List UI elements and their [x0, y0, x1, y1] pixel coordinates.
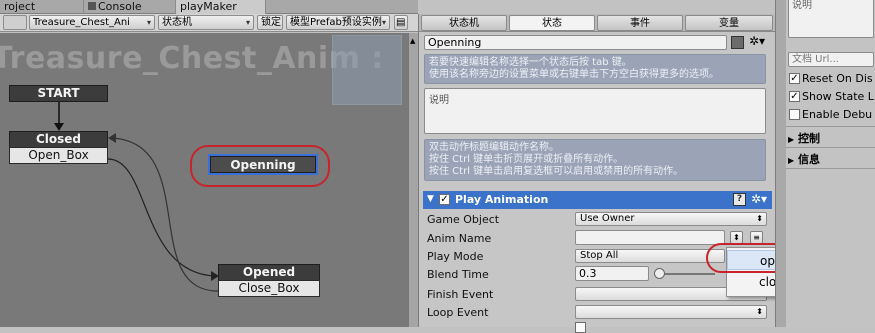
tab-fsm[interactable]: 状态机: [421, 15, 507, 31]
foldout-controls[interactable]: ▶ 控制: [788, 130, 820, 146]
foldout-arrow-icon: ▶: [788, 135, 795, 144]
show-state-label-label: Show State L: [802, 90, 874, 103]
fsm-toolbar: Treasure_Chest_Ani ▾ 状态机 ▾ 锁定 模型Prefab预设实例…: [0, 14, 418, 32]
partial-checkbox[interactable]: [575, 322, 586, 333]
tab-console[interactable]: Console: [84, 0, 176, 14]
scroll-up-icon[interactable]: ▲: [410, 37, 417, 45]
state-inspector: 状态机 状态 事件 变量 Openning ✲▾ 若要快速编辑名称选择一个状态后…: [418, 14, 776, 333]
inspector-scrollbar[interactable]: [775, 0, 786, 327]
tab-events[interactable]: 事件: [597, 15, 683, 31]
fsm-inspector-panel: 说明 文档 Url... ✓ Reset On Dis ✓ Show State…: [786, 0, 875, 327]
fsm-select-value: Treasure_Chest_Ani: [33, 17, 130, 28]
description-field[interactable]: 说明: [424, 88, 766, 134]
field-label-loop-event: Loop Event: [427, 306, 489, 319]
toolbar-left-button[interactable]: [3, 15, 27, 30]
state-select[interactable]: 状态机 ▾: [158, 15, 254, 30]
dropdown-arrow-icon: ⬍: [756, 214, 763, 223]
field-label-game-object: Game Object: [427, 213, 500, 226]
action-title: Play Animation: [455, 193, 549, 206]
blend-time-slider-thumb[interactable]: [654, 268, 665, 279]
dropdown-arrow-icon: ▾: [146, 18, 151, 27]
start-node[interactable]: START: [9, 85, 108, 102]
action-header-play-animation[interactable]: ▼ ✓ Play Animation ? ✲▾: [423, 191, 772, 209]
reset-on-disable-checkbox[interactable]: ✓: [789, 73, 800, 84]
hint-line: 若要快速编辑名称选择一个状态后按 tab 键。: [429, 57, 632, 68]
action-enabled-checkbox[interactable]: ✓: [439, 194, 450, 205]
hint-line: 使用该名称旁边的设置菜单或右键单击下方空白获得更多的选项。: [429, 69, 719, 80]
field-label-finish-event: Finish Event: [427, 288, 494, 301]
foldout-info[interactable]: ▶ 信息: [788, 151, 820, 167]
hint-line: 双击动作标题编辑动作名称。: [429, 142, 559, 153]
prefab-select[interactable]: 模型Prefab预设实例 ▾: [286, 15, 390, 30]
tab-console-label: Console: [98, 0, 142, 13]
hint-line: 按住 Ctrl 键单击折页展开或折叠所有动作。: [429, 154, 624, 165]
hint-box-actions: 双击动作标题编辑动作名称。 按住 Ctrl 键单击折页展开或折叠所有动作。 按住…: [424, 139, 766, 181]
enable-debug-label: Enable Debu: [802, 108, 873, 121]
divider: [786, 126, 875, 127]
fsm-settings-icon[interactable]: ▤: [394, 15, 408, 30]
help-icon[interactable]: ?: [733, 193, 746, 206]
fsm-select[interactable]: Treasure_Chest_Ani ▾: [29, 15, 155, 30]
field-label-anim-name: Anim Name: [427, 232, 492, 245]
event-open-box[interactable]: Open_Box: [9, 147, 108, 164]
play-mode-value: Stop All: [580, 250, 619, 261]
game-object-dropdown[interactable]: Use Owner ⬍: [575, 212, 767, 226]
blend-time-field[interactable]: 0.3: [575, 266, 649, 281]
show-state-label-checkbox[interactable]: ✓: [789, 91, 800, 102]
inspector-tabs: 状态机 状态 事件 变量: [419, 14, 776, 32]
state-node-closed[interactable]: Closed: [9, 131, 108, 148]
lock-button[interactable]: 锁定: [257, 15, 283, 30]
field-label-play-mode: Play Mode: [427, 250, 484, 263]
foldout-info-label: 信息: [798, 153, 820, 166]
divider: [786, 168, 875, 169]
fsm-graph-canvas[interactable]: Treasure_Chest_Anim : START Closed Open_…: [0, 33, 408, 327]
doc-url-field[interactable]: 文档 Url...: [788, 52, 874, 67]
console-icon: [88, 2, 96, 10]
hint-line: 按住 Ctrl 键单击启用复选框可以启用或禁用的所有动作。: [429, 166, 684, 177]
state-color-swatch[interactable]: [731, 36, 744, 49]
play-mode-dropdown[interactable]: Stop All: [575, 249, 725, 263]
loop-event-dropdown[interactable]: ⬍: [575, 305, 767, 319]
divider: [786, 147, 875, 148]
tab-variables[interactable]: 变量: [685, 15, 773, 31]
event-close-box[interactable]: Close_Box: [218, 280, 320, 297]
foldout-arrow-icon[interactable]: ▼: [427, 191, 434, 208]
enable-debug-checkbox[interactable]: [789, 109, 800, 120]
fsm-description-field[interactable]: 说明: [788, 0, 874, 38]
foldout-controls-label: 控制: [798, 132, 820, 145]
action-gear-icon[interactable]: ✲▾: [751, 191, 767, 208]
graph-scrollbar[interactable]: ▲: [408, 33, 418, 327]
editor-tab-bar: roject Console playMaker: [0, 0, 418, 14]
dropdown-arrow-icon: ▾: [245, 18, 250, 27]
hint-box-state: 若要快速编辑名称选择一个状态后按 tab 键。 使用该名称旁边的设置菜单或右键单…: [424, 54, 766, 84]
dropdown-arrow-icon: ▾: [381, 18, 386, 27]
anim-name-field[interactable]: [575, 230, 725, 245]
tab-state[interactable]: 状态: [509, 15, 595, 31]
field-label-blend-time: Blend Time: [427, 268, 489, 281]
foldout-arrow-icon: ▶: [788, 156, 795, 165]
state-node-openning-label: Openning: [210, 156, 316, 173]
state-node-opened[interactable]: Opened: [218, 264, 320, 281]
reset-on-disable-label: Reset On Dis: [802, 72, 873, 85]
dropdown-arrow-icon: ⬍: [756, 307, 763, 316]
tab-project[interactable]: roject: [0, 0, 84, 14]
prefab-select-value: 模型Prefab预设实例: [290, 17, 382, 28]
state-node-openning[interactable]: Openning: [208, 154, 318, 175]
state-name-field[interactable]: Openning: [424, 35, 727, 50]
tab-playmaker[interactable]: playMaker: [176, 0, 266, 14]
gear-icon[interactable]: ✲▾: [749, 34, 765, 48]
game-object-value: Use Owner: [580, 213, 635, 224]
state-select-value: 状态机: [162, 17, 192, 28]
